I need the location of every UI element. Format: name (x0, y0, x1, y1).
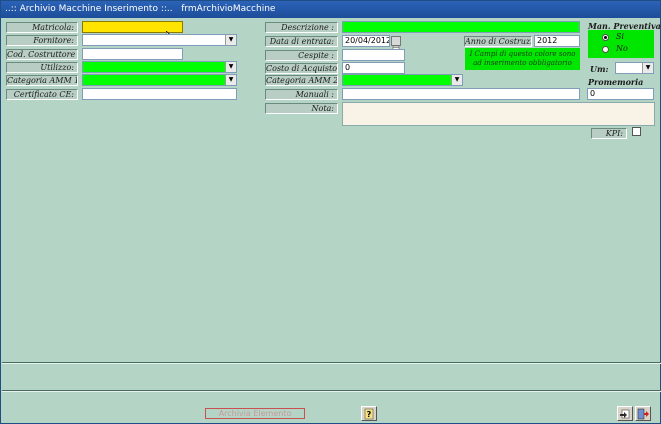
separator-top (2, 362, 661, 364)
radio-no[interactable] (602, 46, 609, 53)
nota-label: Nota: (265, 103, 338, 114)
required-hint-box: I Campi di questo colore sono ad inserim… (465, 48, 580, 70)
certificato-ce-field[interactable] (82, 88, 237, 100)
categoria-amm1-select[interactable]: ▼ (82, 74, 237, 86)
fornitore-label: Fornitore: (6, 35, 78, 46)
chevron-down-icon[interactable]: ▼ (225, 62, 236, 72)
categoria-amm2-label: Categoria AMM 2: (265, 75, 338, 86)
exit-icon (637, 408, 649, 420)
fornitore-select[interactable]: ▼ (82, 34, 237, 46)
man-preventiva-group: Si No (588, 30, 654, 58)
chevron-down-icon[interactable]: ▼ (451, 75, 462, 85)
promemoria-field[interactable]: 0 (587, 88, 654, 100)
certificato-ce-label: Certificato CE: (6, 89, 78, 100)
chevron-down-icon[interactable]: ▼ (225, 75, 236, 85)
utilizzo-label: Utilizzo: (6, 62, 78, 73)
cespite-label: Cespite : (265, 50, 338, 61)
matricola-label: Matricola: (6, 22, 78, 33)
required-hint-text: I Campi di questo colore sono ad inserim… (469, 50, 576, 67)
save-icon (620, 409, 630, 419)
manuali-label: Manuali : (265, 89, 338, 100)
window-title: ..:: Archivio Macchine Inserimento ::.. … (1, 1, 660, 18)
descrizione-label: Descrizione : (265, 22, 338, 33)
anno-costruzione-field[interactable]: 2012 (534, 35, 580, 47)
help-icon: ? (364, 408, 374, 420)
main-window: ..:: Archivio Macchine Inserimento ::.. … (0, 0, 661, 424)
categoria-amm1-label: Categoria AMM 1: (6, 75, 78, 86)
kpi-checkbox[interactable] (632, 127, 641, 136)
chevron-down-icon[interactable]: ▼ (225, 35, 236, 45)
promemoria-label: Promemoria (588, 77, 644, 87)
costo-acquisto-field[interactable]: 0 (342, 62, 405, 74)
radio-no-label: No (616, 44, 628, 53)
chevron-down-icon[interactable]: ▼ (642, 63, 653, 73)
cod-costruttore-label: Cod. Costruttore (6, 49, 78, 60)
archivia-elemento-button[interactable]: Archivia Elemento (205, 408, 305, 419)
categoria-amm2-select[interactable]: ▼ (342, 74, 463, 86)
um-label: Um: (590, 64, 609, 74)
um-select[interactable]: ▼ (615, 62, 654, 74)
radio-si-label: Si (616, 32, 625, 41)
svg-text:?: ? (367, 410, 372, 419)
manuali-field[interactable] (342, 88, 580, 100)
kpi-label: KPI: (591, 128, 627, 139)
save-button[interactable] (617, 406, 633, 421)
cod-costruttore-field[interactable] (82, 48, 183, 60)
radio-si[interactable] (602, 34, 609, 41)
cespite-field[interactable] (342, 49, 405, 61)
nota-textarea[interactable] (342, 102, 655, 126)
data-entrata-label: Data di entrata: (265, 36, 338, 47)
utilizzo-select[interactable]: ▼ (82, 61, 237, 73)
separator-bottom (2, 390, 661, 392)
exit-button[interactable] (635, 406, 651, 421)
calendar-icon[interactable] (391, 36, 401, 52)
help-button[interactable]: ? (361, 406, 377, 421)
descrizione-field[interactable] (342, 21, 580, 33)
costo-acquisto-label: Costo di Acquisto € : (265, 63, 338, 74)
anno-costruzione-label: Anno di Costruzione: (464, 36, 532, 47)
data-entrata-field[interactable]: 20/04/2012 (342, 35, 390, 47)
